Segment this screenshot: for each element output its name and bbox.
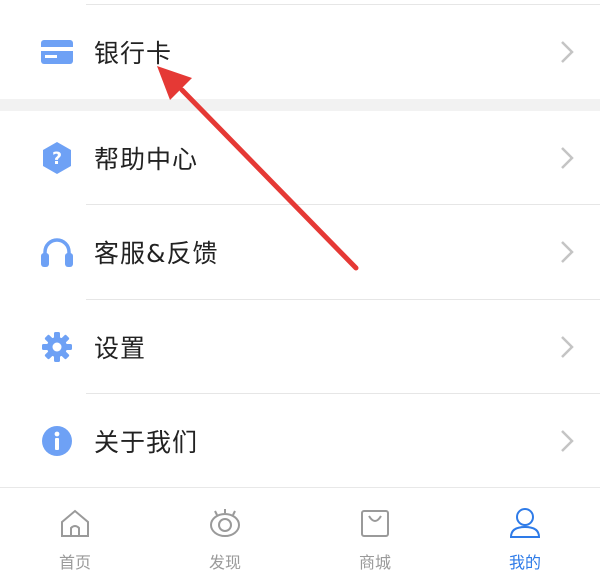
chevron-right-icon	[561, 336, 574, 358]
menu-item-settings[interactable]: 设置	[0, 300, 600, 394]
menu-item-customer-service[interactable]: 客服&反馈	[0, 205, 600, 299]
tab-mall[interactable]: 商城	[300, 488, 450, 578]
tab-label: 商城	[358, 553, 391, 572]
tab-label: 我的	[508, 553, 541, 572]
menu-item-about-us[interactable]: 关于我们	[0, 394, 600, 488]
tab-label: 首页	[58, 553, 91, 572]
menu-item-label: 设置	[94, 334, 147, 363]
gear-icon	[40, 330, 74, 364]
menu-item-label: 帮助中心	[94, 145, 199, 174]
tab-discover[interactable]: 发现	[150, 488, 300, 578]
menu-item-label: 银行卡	[94, 39, 173, 68]
headphones-icon	[40, 235, 74, 269]
menu-item-bank-card[interactable]: 银行卡	[0, 5, 600, 99]
tab-mine[interactable]: 我的	[450, 488, 600, 578]
home-icon	[61, 509, 89, 537]
menu-item-label: 关于我们	[94, 428, 199, 457]
chevron-right-icon	[561, 147, 574, 169]
help-question-icon: ?	[40, 141, 74, 175]
discover-eye-icon	[210, 509, 240, 537]
menu-item-label: 客服&反馈	[94, 239, 219, 268]
section-gap	[0, 99, 600, 111]
svg-text:?: ?	[52, 149, 62, 169]
chevron-right-icon	[561, 241, 574, 263]
user-icon	[509, 508, 541, 538]
bottom-tab-bar: 首页 发现 商城 我的	[0, 487, 600, 578]
tab-label: 发现	[208, 553, 241, 572]
menu-item-help-center[interactable]: ? 帮助中心	[0, 111, 600, 205]
chevron-right-icon	[561, 41, 574, 63]
tab-home[interactable]: 首页	[0, 488, 150, 578]
bank-card-icon	[40, 35, 74, 69]
shopping-bag-icon	[361, 510, 389, 537]
info-icon	[40, 424, 74, 458]
chevron-right-icon	[561, 430, 574, 452]
